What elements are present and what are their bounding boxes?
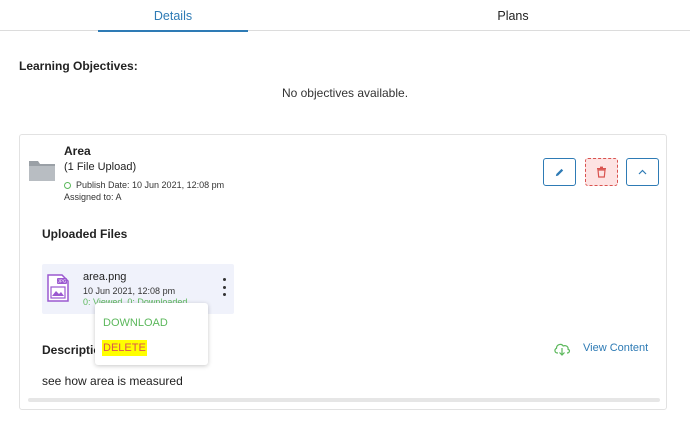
pencil-icon bbox=[555, 168, 564, 176]
view-content-link[interactable]: View Content bbox=[553, 340, 648, 356]
file-date: 10 Jun 2021, 12:08 pm bbox=[83, 286, 176, 296]
item-file-count: (1 File Upload) bbox=[64, 161, 137, 173]
description-text: see how area is measured bbox=[42, 374, 183, 388]
uploaded-files-heading: Uploaded Files bbox=[42, 227, 128, 241]
file-name: area.png bbox=[83, 271, 127, 283]
collapse-button[interactable] bbox=[626, 158, 659, 186]
item-title: Area bbox=[64, 144, 91, 158]
tab-bar: Details Plans bbox=[0, 0, 690, 32]
chevron-up-icon bbox=[638, 169, 647, 175]
file-options-menu: DOWNLOAD DELETE bbox=[95, 303, 208, 365]
tab-plans[interactable]: Plans bbox=[438, 0, 588, 31]
menu-item-delete[interactable]: DELETE bbox=[102, 340, 147, 356]
learning-objectives-heading: Learning Objectives: bbox=[19, 59, 138, 73]
more-options-icon[interactable] bbox=[220, 278, 228, 296]
publish-date-row: Publish Date: 10 Jun 2021, 12:08 pm bbox=[64, 180, 224, 190]
image-file-icon: JPG bbox=[47, 274, 69, 302]
file-type-badge: JPG bbox=[58, 279, 67, 284]
trash-icon bbox=[597, 166, 606, 178]
clock-icon bbox=[64, 181, 71, 189]
content-item-card: Area (1 File Upload) Publish Date: 10 Ju… bbox=[19, 134, 667, 410]
delete-button[interactable] bbox=[585, 158, 618, 186]
tab-details[interactable]: Details bbox=[98, 0, 248, 32]
view-content-label: View Content bbox=[583, 342, 649, 354]
cloud-download-icon bbox=[554, 343, 571, 356]
assigned-to: Assigned to: A bbox=[64, 192, 122, 202]
no-objectives-message: No objectives available. bbox=[281, 86, 409, 100]
menu-item-download[interactable]: DOWNLOAD bbox=[102, 317, 169, 329]
horizontal-scrollbar[interactable] bbox=[28, 398, 660, 402]
folder-icon bbox=[29, 161, 55, 181]
edit-button[interactable] bbox=[543, 158, 576, 186]
publish-date: Publish Date: 10 Jun 2021, 12:08 pm bbox=[76, 180, 225, 190]
